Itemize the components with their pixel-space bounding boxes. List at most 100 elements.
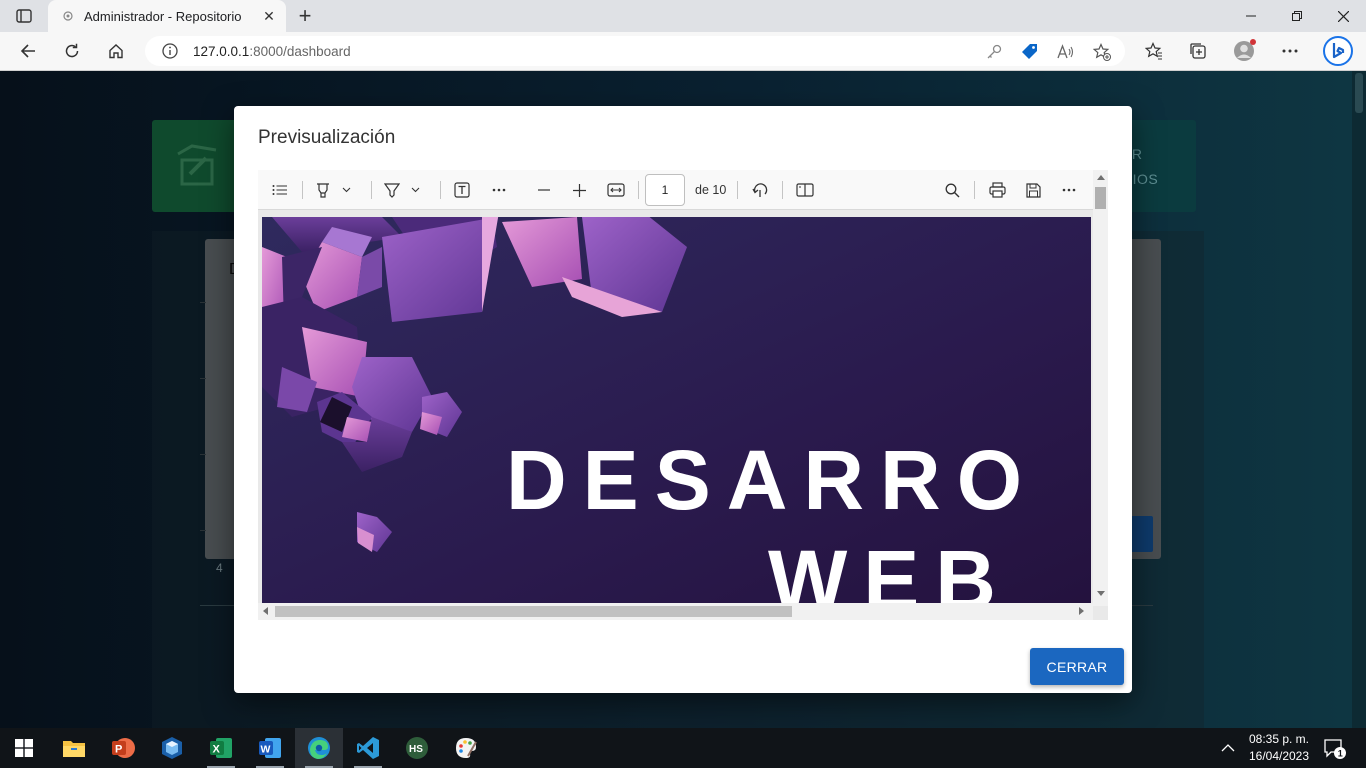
word-icon: W: [259, 738, 281, 758]
draw-button[interactable]: [378, 178, 406, 202]
modal-title: Previsualización: [258, 127, 396, 148]
taskbar-vscode[interactable]: [344, 728, 392, 768]
chevron-down-icon: [411, 187, 419, 193]
more-tools-button[interactable]: [485, 178, 513, 202]
key-icon[interactable]: [985, 43, 1003, 61]
taskbar-powerpoint[interactable]: P: [99, 728, 147, 768]
print-icon: [988, 182, 1006, 198]
page-number-input[interactable]: 1: [645, 174, 685, 206]
scroll-up-arrow-icon[interactable]: [1097, 175, 1105, 180]
highlight-button[interactable]: [309, 178, 337, 202]
page-total-label: de 10: [695, 183, 727, 197]
close-modal-button[interactable]: CERRAR: [1030, 648, 1124, 685]
panel-axis-mark: [200, 378, 206, 379]
draw-options-button[interactable]: [406, 178, 424, 202]
home-button[interactable]: [100, 36, 132, 66]
more-dots-icon: [1282, 49, 1298, 53]
notification-count: 1: [1338, 749, 1343, 759]
restore-button[interactable]: [1274, 0, 1320, 32]
refresh-button[interactable]: [56, 36, 88, 66]
favorites-button[interactable]: [1141, 38, 1167, 64]
more-dots-icon: [492, 188, 506, 192]
profile-button[interactable]: [1231, 38, 1257, 64]
add-favorite-icon[interactable]: [1093, 43, 1111, 61]
taskbar-file-explorer[interactable]: [50, 728, 98, 768]
pdf-horizontal-scrollbar[interactable]: [258, 603, 1093, 620]
taskbar-hs-app[interactable]: HS: [393, 728, 441, 768]
notification-center-button[interactable]: 1: [1322, 736, 1346, 760]
page-view-button[interactable]: [791, 178, 819, 202]
toolbar-separator: [974, 181, 975, 199]
edit-document-icon: [177, 144, 217, 186]
scroll-left-arrow-icon[interactable]: [263, 607, 268, 615]
tab-favicon-icon: [60, 8, 76, 24]
tab-title: Administrador - Repositorio: [84, 8, 242, 24]
bing-icon: [1323, 36, 1353, 66]
minimize-icon: [1246, 15, 1256, 17]
fit-width-button[interactable]: [602, 178, 630, 202]
toolbar-separator: [737, 181, 738, 199]
panel-number: 4: [216, 561, 223, 575]
highlight-options-button[interactable]: [337, 178, 355, 202]
scroll-down-arrow-icon[interactable]: [1097, 591, 1105, 596]
vscode-icon: [357, 737, 379, 759]
browser-tab-bar: Administrador - Repositorio ✕ +: [0, 0, 1366, 32]
read-aloud-icon[interactable]: [1057, 43, 1075, 61]
back-button[interactable]: [12, 36, 44, 66]
scroll-right-arrow-icon[interactable]: [1079, 607, 1084, 615]
edge-icon: [308, 737, 330, 759]
taskbar-edge[interactable]: [295, 728, 343, 768]
avatar: [1234, 39, 1256, 61]
rotate-icon: [752, 183, 768, 197]
taskbar-virtualbox[interactable]: [148, 728, 196, 768]
shopping-tag-icon[interactable]: [1021, 43, 1039, 61]
browser-nav-bar: 127.0.0.1:8000/dashboard: [0, 32, 1366, 71]
pdf-page[interactable]: DESARRO WEB: [262, 217, 1091, 603]
rotate-button[interactable]: [746, 178, 774, 202]
address-bar[interactable]: 127.0.0.1:8000/dashboard: [145, 36, 1125, 66]
search-icon: [945, 183, 959, 197]
page-scrollbar[interactable]: [1352, 71, 1366, 728]
hs-app-icon: HS: [406, 737, 428, 759]
toolbar-separator: [302, 181, 303, 199]
folder-icon: [63, 741, 85, 757]
taskbar-paint[interactable]: [442, 728, 490, 768]
favorites-icon: [1145, 42, 1162, 60]
url-host: 127.0.0.1: [193, 43, 250, 59]
close-window-button[interactable]: [1320, 0, 1366, 32]
add-text-button[interactable]: [448, 178, 476, 202]
viewer-more-button[interactable]: [1055, 178, 1083, 202]
save-button[interactable]: [1019, 178, 1047, 202]
url-path: :8000/dashboard: [249, 43, 351, 59]
table-of-contents-button[interactable]: [266, 178, 294, 202]
collections-button[interactable]: [1185, 38, 1211, 64]
zoom-in-button[interactable]: [565, 178, 593, 202]
tab-close-icon[interactable]: ✕: [260, 7, 278, 25]
url-text: 127.0.0.1:8000/dashboard: [193, 44, 351, 59]
card-users-line2: RIOS: [1122, 171, 1159, 187]
card-users-line1: AR: [1122, 146, 1143, 162]
minimize-button[interactable]: [1228, 0, 1274, 32]
taskbar-word[interactable]: W: [246, 728, 294, 768]
more-button[interactable]: [1277, 38, 1303, 64]
show-hidden-icons-icon[interactable]: [1220, 740, 1236, 756]
preview-modal: Previsualización 1 de 10 DESARRO WEB CER…: [234, 106, 1132, 693]
site-info-icon[interactable]: [161, 42, 179, 60]
browser-tab[interactable]: Administrador - Repositorio ✕: [48, 0, 286, 32]
taskbar-clock[interactable]: 08:35 p. m. 16/04/2023: [1244, 731, 1314, 765]
page-scrollbar-thumb[interactable]: [1355, 73, 1363, 113]
close-icon: [1337, 10, 1349, 22]
search-button[interactable]: [938, 178, 966, 202]
new-tab-button[interactable]: +: [292, 3, 318, 28]
horizontal-scroll-thumb[interactable]: [275, 606, 792, 617]
pdf-vertical-scrollbar[interactable]: [1093, 170, 1108, 606]
tab-actions-button[interactable]: [8, 5, 40, 27]
bing-copilot-button[interactable]: [1322, 35, 1354, 67]
zoom-out-button[interactable]: [530, 178, 558, 202]
start-button[interactable]: [0, 728, 48, 768]
taskbar-excel[interactable]: X: [197, 728, 245, 768]
panel-axis-mark: [200, 302, 206, 303]
pdf-page-cover-graphic: DESARRO WEB: [262, 217, 1091, 603]
vertical-scroll-thumb[interactable]: [1095, 187, 1106, 209]
print-button[interactable]: [983, 178, 1011, 202]
